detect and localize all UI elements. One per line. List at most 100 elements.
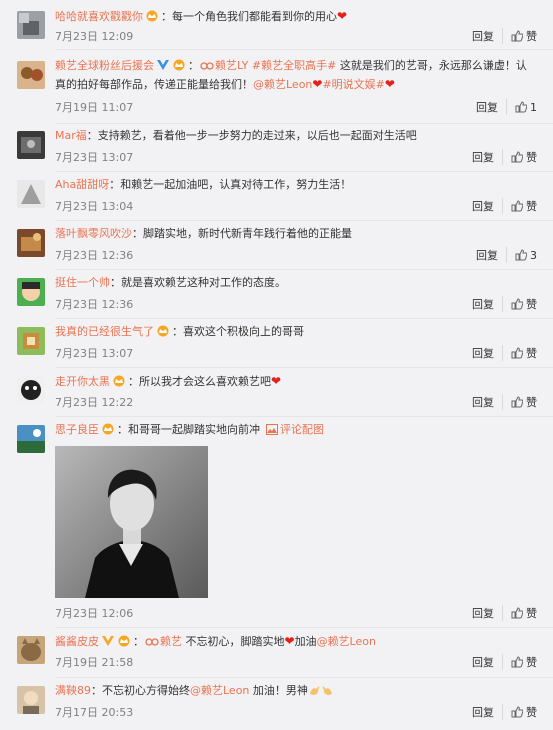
comment-date: 7月17日 20:53 bbox=[55, 706, 134, 719]
comment-date: 7月23日 12:22 bbox=[55, 396, 134, 409]
like-count: 赞 bbox=[526, 347, 537, 360]
avatar[interactable] bbox=[17, 61, 45, 89]
vip-crown-icon bbox=[173, 59, 185, 71]
comment-date: 7月23日 12:06 bbox=[55, 607, 134, 620]
vip-crown-icon bbox=[118, 635, 130, 647]
username-link[interactable]: 我真的已经很生气了 bbox=[55, 325, 154, 338]
thumbs-up-icon bbox=[511, 30, 523, 42]
avatar[interactable] bbox=[17, 376, 45, 404]
reply-button[interactable]: 回复 bbox=[472, 198, 503, 214]
comment-text: ：每一个角色我们都能看到你的用心 bbox=[161, 10, 337, 23]
avatar[interactable] bbox=[17, 180, 45, 208]
like-button[interactable]: 1 bbox=[515, 101, 537, 114]
reply-button[interactable]: 回复 bbox=[472, 28, 503, 44]
avatar[interactable] bbox=[17, 425, 45, 453]
username-link[interactable]: 哈哈就喜欢戳戳你 bbox=[55, 10, 143, 23]
like-count: 1 bbox=[530, 101, 537, 114]
avatar[interactable] bbox=[17, 11, 45, 39]
thumbs-up-icon bbox=[515, 101, 527, 113]
topic-link[interactable]: 赖艺 bbox=[160, 635, 182, 648]
comment-date: 7月23日 13:04 bbox=[55, 200, 134, 213]
thumbs-up-icon bbox=[511, 607, 523, 619]
like-button[interactable]: 赞 bbox=[511, 345, 537, 361]
username-link[interactable]: Mar福 bbox=[55, 129, 87, 142]
reply-button[interactable]: 回复 bbox=[472, 654, 503, 670]
heart-icon: ❤ bbox=[384, 77, 395, 91]
like-button[interactable]: 赞 bbox=[511, 654, 537, 670]
divider bbox=[55, 171, 553, 172]
reply-button[interactable]: 回复 bbox=[476, 247, 507, 263]
like-button[interactable]: 赞 bbox=[511, 28, 537, 44]
like-button[interactable]: 赞 bbox=[511, 149, 537, 165]
avatar[interactable] bbox=[17, 327, 45, 355]
thumbs-up-icon bbox=[511, 656, 523, 668]
topic-link[interactable]: 赖艺LY bbox=[215, 59, 248, 72]
avatar[interactable] bbox=[17, 278, 45, 306]
comment-date: 7月19日 21:58 bbox=[55, 656, 134, 669]
link-icon bbox=[145, 638, 159, 646]
username-link[interactable]: 走开你太黑 bbox=[55, 375, 110, 388]
like-count: 赞 bbox=[526, 30, 537, 43]
username-link[interactable]: 思子良臣 bbox=[55, 423, 99, 436]
vip-crown-icon bbox=[102, 423, 114, 435]
reply-button[interactable]: 回复 bbox=[472, 704, 503, 720]
username-link[interactable]: 酱酱皮皮 bbox=[55, 635, 99, 648]
like-button[interactable]: 赞 bbox=[511, 394, 537, 410]
username-link[interactable]: Aha甜甜呀 bbox=[55, 178, 109, 191]
thumbs-up-icon bbox=[511, 200, 523, 212]
comment-date: 7月23日 12:36 bbox=[55, 249, 134, 262]
divider bbox=[55, 627, 553, 628]
vip-crown-icon bbox=[146, 10, 158, 22]
comment-text: 这就是我们的艺哥，永远那么谦虚！认 bbox=[336, 59, 527, 72]
comment-text: ：就是喜欢赖艺这种对工作的态度。 bbox=[110, 276, 286, 289]
username-link[interactable]: 挺住一个帅 bbox=[55, 276, 110, 289]
mention-link[interactable]: @赖艺Leon bbox=[253, 78, 312, 91]
like-button[interactable]: 赞 bbox=[511, 704, 537, 720]
reply-button[interactable]: 回复 bbox=[472, 345, 503, 361]
comment-date: 7月23日 13:07 bbox=[55, 347, 134, 360]
divider bbox=[55, 123, 553, 124]
comment-text: ：和赖艺一起加油吧，认真对待工作，努力生活！ bbox=[109, 178, 352, 191]
reply-button[interactable]: 回复 bbox=[472, 296, 503, 312]
view-image-link[interactable]: 评论配图 bbox=[280, 423, 324, 436]
mention-link[interactable]: @赖艺Leon bbox=[190, 684, 249, 697]
thumbs-up-icon bbox=[511, 298, 523, 310]
comment-text: ：不忘初心方得始终 bbox=[91, 684, 190, 697]
reply-button[interactable]: 回复 bbox=[476, 99, 507, 115]
avatar[interactable] bbox=[17, 686, 45, 714]
reply-button[interactable]: 回复 bbox=[472, 149, 503, 165]
comment-photo[interactable] bbox=[55, 446, 208, 598]
like-button[interactable]: 3 bbox=[515, 249, 537, 262]
username-link[interactable]: 赖艺全球粉丝后援会 bbox=[55, 59, 154, 72]
link-icon bbox=[200, 62, 214, 70]
reply-button[interactable]: 回复 bbox=[472, 394, 503, 410]
like-button[interactable]: 赞 bbox=[511, 605, 537, 621]
reply-button[interactable]: 回复 bbox=[472, 605, 503, 621]
comment-date: 7月23日 13:07 bbox=[55, 151, 134, 164]
mention-link[interactable]: @赖艺Leon bbox=[317, 635, 376, 648]
verified-v-icon bbox=[157, 60, 169, 70]
avatar[interactable] bbox=[17, 229, 45, 257]
topic-link[interactable]: #明说文娱# bbox=[322, 78, 384, 91]
divider bbox=[55, 318, 553, 319]
vip-crown-icon bbox=[113, 375, 125, 387]
divider bbox=[55, 677, 553, 678]
thumbs-up-icon bbox=[515, 249, 527, 261]
comment-date: 7月19日 11:07 bbox=[55, 101, 134, 114]
username-link[interactable]: 满鞅89 bbox=[55, 684, 91, 697]
divider bbox=[55, 416, 553, 417]
like-button[interactable]: 赞 bbox=[511, 198, 537, 214]
divider bbox=[55, 269, 553, 270]
heart-icon: ❤ bbox=[312, 77, 323, 91]
comment-text: ：脚踏实地，新时代新青年践行着他的正能量 bbox=[132, 227, 352, 240]
like-button[interactable]: 赞 bbox=[511, 296, 537, 312]
avatar[interactable] bbox=[17, 131, 45, 159]
comment-text: ：喜欢这个积极向上的哥哥 bbox=[172, 325, 304, 338]
comment-date: 7月23日 12:09 bbox=[55, 30, 134, 43]
like-count: 赞 bbox=[526, 396, 537, 409]
like-count: 赞 bbox=[526, 706, 537, 719]
avatar[interactable] bbox=[17, 636, 45, 664]
thumbs-up-icon bbox=[511, 706, 523, 718]
topic-link[interactable]: #赖艺全职高手# bbox=[252, 59, 336, 72]
username-link[interactable]: 落叶飘零风吹沙 bbox=[55, 227, 132, 240]
